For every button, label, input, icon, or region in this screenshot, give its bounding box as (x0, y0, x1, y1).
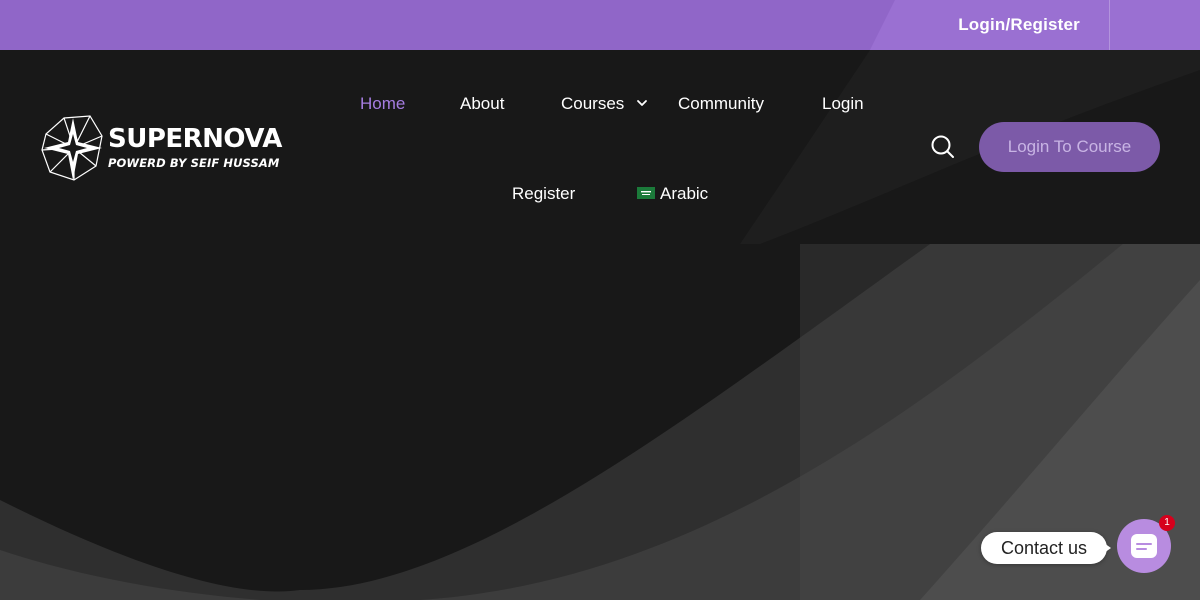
supernova-star-icon (41, 115, 103, 181)
nav-item-arabic[interactable]: Arabic (660, 182, 708, 206)
logo-title: SUPERNOVA (108, 124, 282, 154)
logo-tagline: POWERD BY SEIF HUSSAM (108, 156, 280, 170)
top-bar: Login/Register (0, 0, 1200, 50)
site-header: SUPERNOVA POWERD BY SEIF HUSSAM Home Abo… (0, 50, 1200, 244)
site-logo[interactable]: SUPERNOVA POWERD BY SEIF HUSSAM (40, 114, 282, 184)
top-bar-divider (1109, 0, 1110, 50)
contact-label-pointer (1104, 543, 1111, 553)
chevron-down-icon[interactable] (636, 97, 648, 109)
nav-item-login[interactable]: Login (822, 92, 864, 116)
nav-item-courses[interactable]: Courses (561, 92, 624, 116)
contact-us-label[interactable]: Contact us (981, 532, 1107, 564)
login-register-link[interactable]: Login/Register (958, 0, 1080, 50)
search-icon[interactable] (928, 132, 958, 162)
nav-item-home[interactable]: Home (360, 92, 405, 116)
login-to-course-button[interactable]: Login To Course (979, 122, 1160, 172)
nav-item-register[interactable]: Register (512, 182, 575, 206)
nav-item-community[interactable]: Community (678, 92, 764, 116)
notification-badge: 1 (1159, 515, 1175, 531)
saudi-flag-icon (637, 187, 655, 199)
nav-item-about[interactable]: About (460, 92, 504, 116)
